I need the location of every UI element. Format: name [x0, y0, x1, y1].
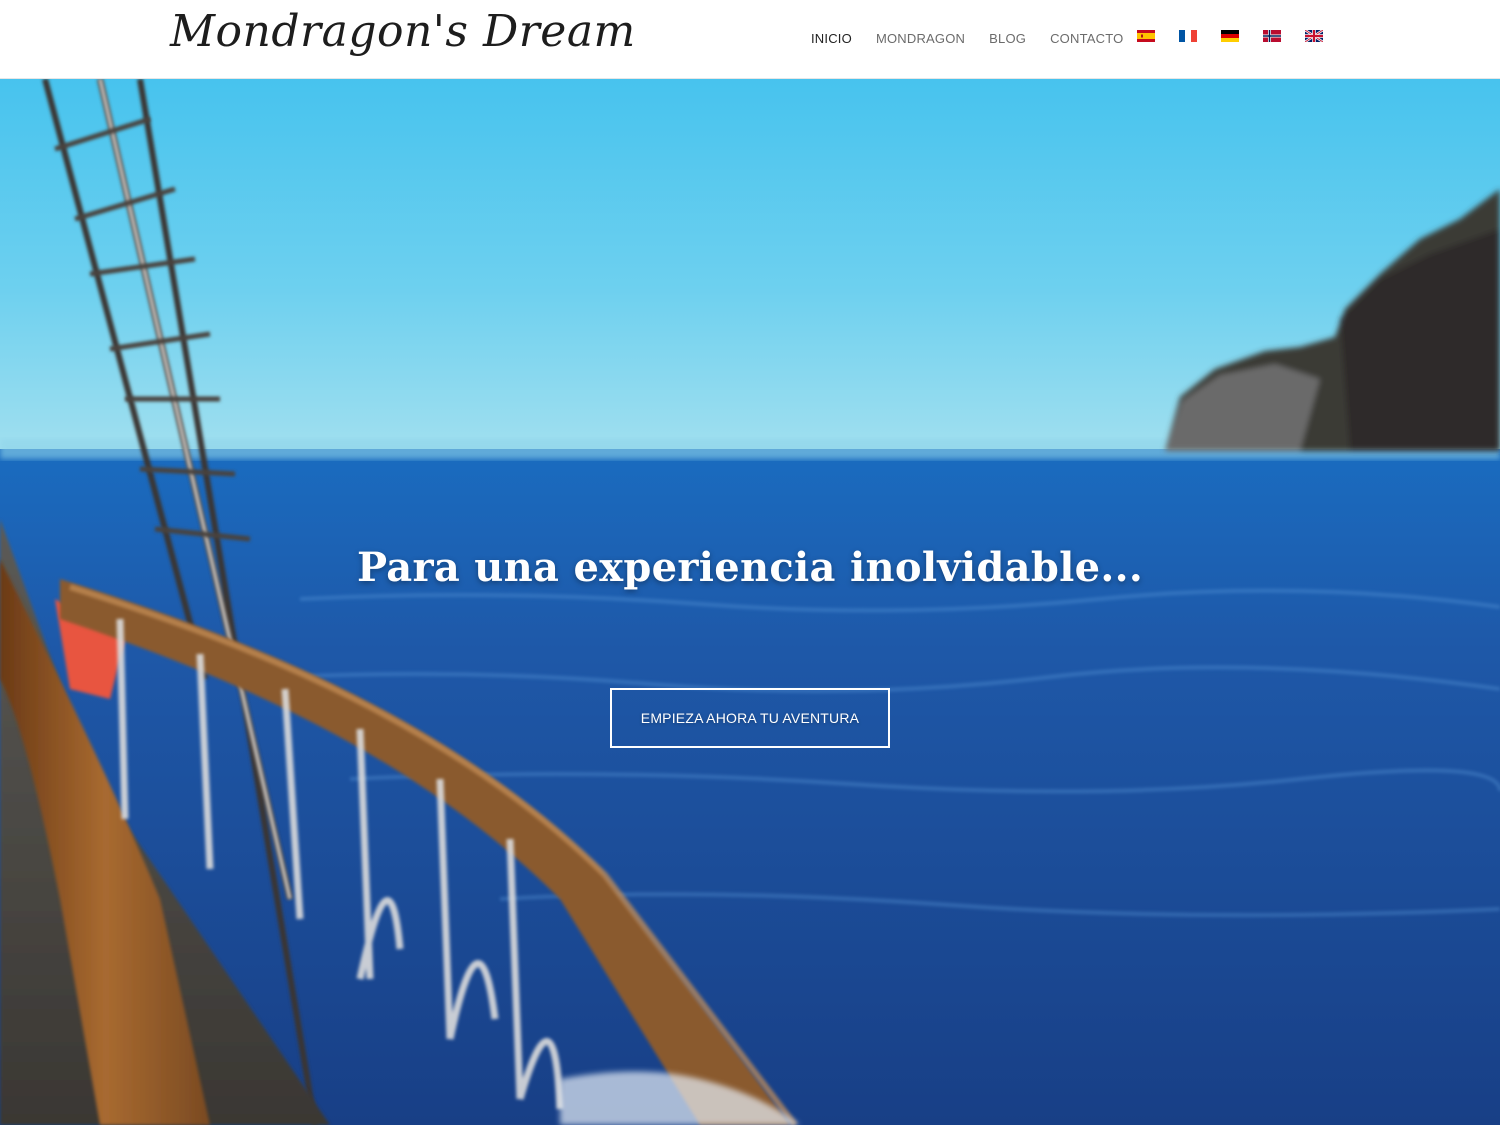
- hero-background-image: [0, 79, 1500, 1125]
- hero-section: Para una experiencia inolvidable... EMPI…: [0, 79, 1500, 1125]
- site-logo[interactable]: Mondragon's Dream: [170, 6, 636, 57]
- norway-flag-icon[interactable]: [1263, 30, 1281, 42]
- nav-item-contacto[interactable]: CONTACTO: [1050, 31, 1123, 47]
- germany-flag-icon[interactable]: [1221, 30, 1239, 42]
- start-adventure-button[interactable]: EMPIEZA AHORA TU AVENTURA: [610, 688, 890, 748]
- site-header: Mondragon's Dream INICIO MONDRAGON BLOG …: [0, 0, 1500, 79]
- nav-item-mondragon[interactable]: MONDRAGON: [876, 31, 965, 47]
- hero-headline: Para una experiencia inolvidable...: [356, 543, 1144, 591]
- nav-item-blog[interactable]: BLOG: [989, 31, 1026, 47]
- main-nav: INICIO MONDRAGON BLOG CONTACTO: [811, 31, 1147, 47]
- nav-item-inicio[interactable]: INICIO: [811, 31, 852, 47]
- spain-flag-icon[interactable]: [1137, 30, 1155, 42]
- uk-flag-icon[interactable]: [1305, 30, 1323, 42]
- france-flag-icon[interactable]: [1179, 30, 1197, 42]
- language-switcher: [1137, 30, 1347, 42]
